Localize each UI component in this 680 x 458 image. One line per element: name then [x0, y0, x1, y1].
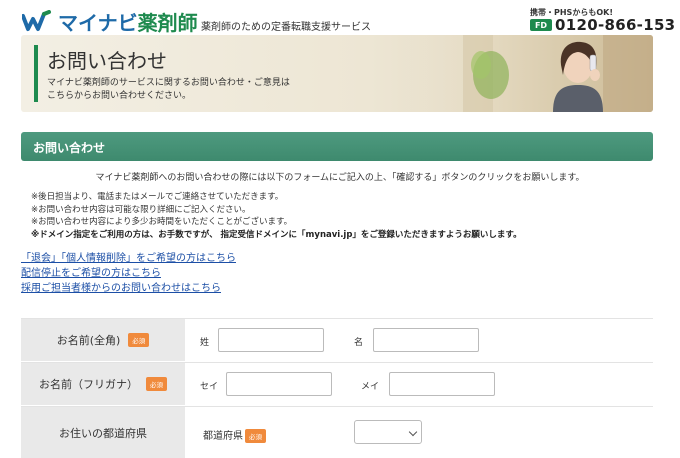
banner-accent-bar [34, 45, 38, 102]
note-item: ※お問い合わせ内容は可能な限り詳細にご記入ください。 [31, 204, 251, 215]
prefecture-row: お住いの都道府県 都道府県 必須 [21, 406, 653, 458]
site-logo[interactable]: マイナビ薬剤師 [22, 7, 198, 36]
prefecture-row-label: お住いの都道府県 [21, 407, 185, 458]
note-item: ※後日担当より、電話またはメールでご連絡させていただきます。 [31, 192, 284, 202]
unsubscribe-link[interactable]: 配信停止をご希望の方はこちら [21, 266, 236, 281]
logo-text: マイナビ薬剤師 [58, 7, 198, 36]
phone-contact[interactable]: FD 0120-866-153 [530, 16, 675, 34]
required-badge: 必須 [128, 333, 150, 347]
kana-mei-label: メイ [361, 382, 380, 392]
chevron-down-icon [408, 427, 418, 437]
page-banner: お問い合わせ マイナビ薬剤師のサービスに関するお問い合わせ・ご意見は こちらから… [21, 35, 653, 112]
prefecture-field-label: 都道府県 [203, 431, 243, 442]
first-name-kana-input[interactable] [389, 372, 495, 396]
help-links: 「退会」「個人情報削除」をご希望の方はこちら 配信停止をご希望の方はこちら 採用… [21, 251, 236, 296]
kana-row-label: お名前（フリガナ） 必須 [21, 363, 185, 405]
withdraw-link[interactable]: 「退会」「個人情報削除」をご希望の方はこちら [21, 251, 236, 266]
banner-desc-line: マイナビ薬剤師のサービスに関するお問い合わせ・ご意見は [47, 78, 290, 88]
name-row: お名前(全角) 必須 姓 名 [21, 318, 653, 361]
sei-label: 姓 [200, 338, 210, 348]
note-item: ※お問い合わせ内容により多少お時間をいただくことがございます。 [31, 217, 293, 227]
banner-description: マイナビ薬剤師のサービスに関するお問い合わせ・ご意見は こちらからお問い合わせく… [47, 77, 347, 103]
kana-label: お名前（フリガナ） [39, 378, 138, 391]
required-badge: 必須 [146, 377, 167, 391]
name-label: お名前(全角) [56, 334, 121, 347]
intro-text: マイナビ薬剤師へのお問い合わせの際には以下のフォームにご記入の上、「確認する」ボ… [95, 173, 585, 183]
logo-text-main: マイナビ [58, 10, 138, 35]
first-name-input[interactable] [373, 328, 479, 352]
recruiter-contact-link[interactable]: 採用ご担当者様からのお問い合わせはこちら [21, 281, 236, 296]
operator-photo-image [403, 35, 653, 112]
mei-label: 名 [354, 338, 364, 348]
last-name-kana-input[interactable] [226, 372, 332, 396]
site-tagline: 薬剤師のための定番転職支援サービス [201, 22, 371, 33]
notes-list: ※後日担当より、電話またはメールでご連絡させていただきます。 ※お問い合わせ内容… [31, 191, 522, 241]
banner-desc-line: こちらからお問い合わせください。 [47, 91, 192, 101]
kana-sei-label: セイ [200, 382, 219, 392]
kana-row: お名前（フリガナ） 必須 セイ メイ [21, 362, 653, 405]
logo-mark-icon [22, 10, 56, 32]
section-title: お問い合わせ [21, 132, 653, 161]
free-dial-icon: FD [530, 19, 552, 31]
name-row-label: お名前(全角) 必須 [21, 319, 185, 361]
last-name-input[interactable] [218, 328, 324, 352]
note-item-domain: ※ドメイン指定をご利用の方は、お手数ですが、 指定受信ドメインに「mynavi.… [31, 229, 522, 240]
phone-number: 0120-866-153 [555, 16, 676, 34]
required-badge: 必須 [245, 429, 266, 443]
prefecture-select[interactable] [354, 420, 422, 444]
logo-text-accent: 薬剤師 [137, 10, 198, 35]
page-title: お問い合わせ [47, 49, 167, 73]
